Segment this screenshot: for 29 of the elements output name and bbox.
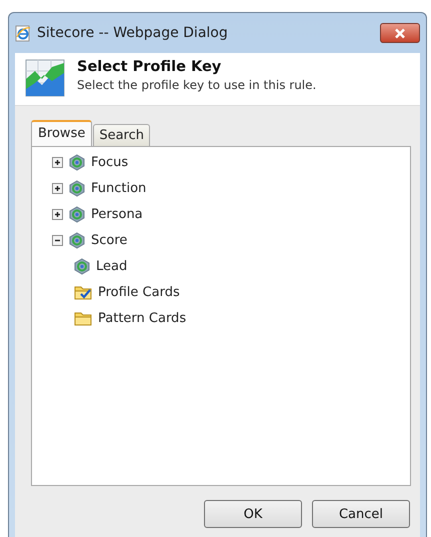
tree-item[interactable]: Focus [91, 154, 128, 170]
close-icon [394, 28, 406, 38]
dialog-description: Select the profile key to use in this rule. [77, 78, 316, 92]
tree-item[interactable]: Lead [96, 258, 128, 274]
hexagon-gear-icon [69, 232, 85, 248]
folder-check-icon [74, 284, 92, 300]
hexagon-gear-icon [69, 206, 85, 222]
window-title: Sitecore -- Webpage Dialog [37, 25, 229, 41]
dialog-heading: Select Profile Key [77, 59, 222, 75]
tab[interactable]: Browse [31, 120, 92, 146]
tree-item[interactable]: Pattern Cards [98, 310, 186, 326]
tree-item[interactable]: Persona [91, 206, 143, 222]
folder-icon [74, 310, 92, 326]
tree-item[interactable]: Function [91, 180, 146, 196]
browser-logo-icon [15, 24, 31, 42]
expand-icon[interactable] [52, 208, 63, 220]
expand-icon[interactable] [52, 182, 63, 194]
dialog-button[interactable]: OK [204, 500, 302, 528]
tab[interactable]: Search [93, 124, 150, 146]
hexagon-gear-icon [69, 180, 85, 196]
dialog-button[interactable]: Cancel [312, 500, 410, 528]
tree-item[interactable]: Score [91, 232, 128, 248]
hexagon-gear-icon [74, 258, 90, 274]
expand-icon[interactable] [52, 156, 63, 168]
tree-item[interactable]: Profile Cards [98, 284, 180, 300]
collapse-icon[interactable] [52, 234, 63, 246]
chart-icon [25, 59, 65, 97]
hexagon-gear-icon [69, 154, 85, 170]
close-button[interactable] [380, 23, 420, 43]
